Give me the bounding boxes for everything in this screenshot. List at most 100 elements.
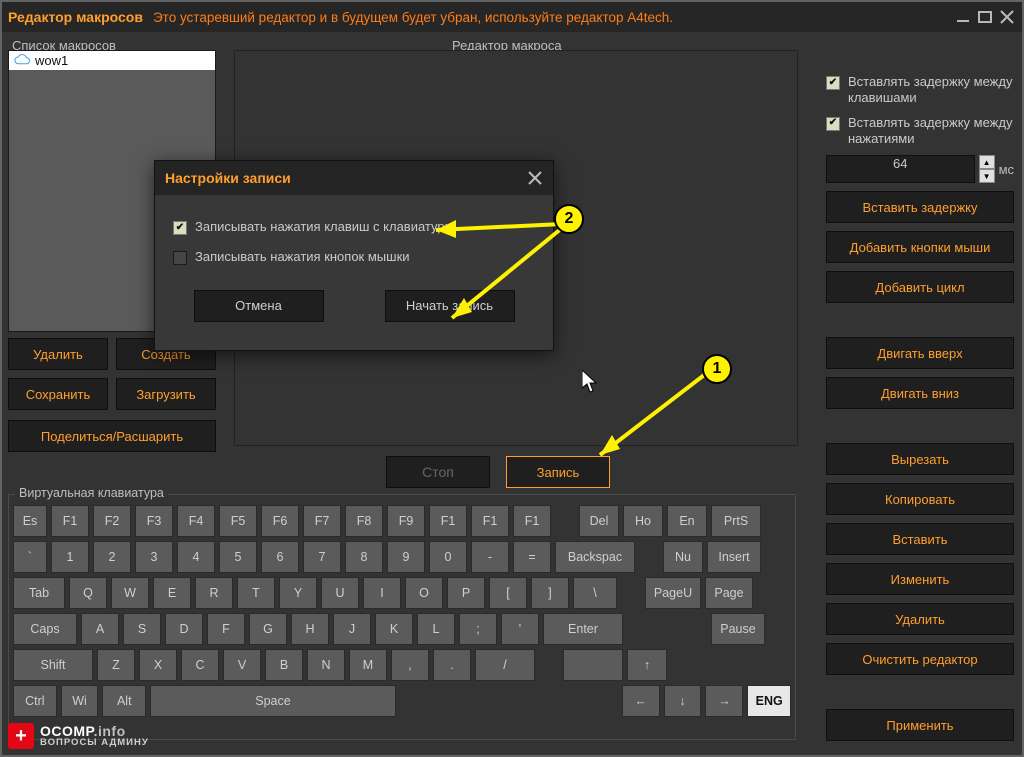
key-Es[interactable]: Es [13,505,47,537]
key-2[interactable]: 2 [93,541,131,573]
checkbox-icon[interactable] [173,221,187,235]
key-[[interactable]: [ [489,577,527,609]
move-up-button[interactable]: Двигать вверх [826,337,1014,369]
key-,[interactable]: , [391,649,429,681]
key-S[interactable]: S [123,613,161,645]
key-B[interactable]: B [265,649,303,681]
key-X[interactable]: X [139,649,177,681]
key-Y[interactable]: Y [279,577,317,609]
key-F2[interactable]: F2 [93,505,131,537]
checkbox-icon[interactable] [826,76,840,90]
edit-button[interactable]: Изменить [826,563,1014,595]
key-Tab[interactable]: Tab [13,577,65,609]
maximize-button[interactable] [976,8,994,26]
key-F5[interactable]: F5 [219,505,257,537]
key-Pause[interactable]: Pause [711,613,765,645]
key-E[interactable]: E [153,577,191,609]
key-Nu[interactable]: Nu [663,541,703,573]
chk-delay-between-keys[interactable]: Вставлять задержку между клавишами [826,74,1014,107]
checkbox-icon[interactable] [826,117,840,131]
copy-button[interactable]: Копировать [826,483,1014,515]
move-down-button[interactable]: Двигать вниз [826,377,1014,409]
key-\[interactable]: \ [573,577,617,609]
key-7[interactable]: 7 [303,541,341,573]
key-F1[interactable]: F1 [471,505,509,537]
checkbox-icon[interactable] [173,251,187,265]
key-↑[interactable]: ↑ [627,649,667,681]
key-F3[interactable]: F3 [135,505,173,537]
key-G[interactable]: G [249,613,287,645]
key--[interactable]: - [471,541,509,573]
insert-delay-button[interactable]: Вставить задержку [826,191,1014,223]
key-5[interactable]: 5 [219,541,257,573]
key-3[interactable]: 3 [135,541,173,573]
key-Alt[interactable]: Alt [102,685,146,717]
key-8[interactable]: 8 [345,541,383,573]
key-=[interactable]: = [513,541,551,573]
key-T[interactable]: T [237,577,275,609]
add-mouse-buttons-button[interactable]: Добавить кнопки мыши [826,231,1014,263]
key-P[interactable]: P [447,577,485,609]
dialog-close-button[interactable] [527,170,543,186]
key-`[interactable]: ` [13,541,47,573]
opt-record-mouse[interactable]: Записывать нажатия кнопок мышки [173,249,535,265]
key-9[interactable]: 9 [387,541,425,573]
key-W[interactable]: W [111,577,149,609]
key-PrtS[interactable]: PrtS [711,505,761,537]
key-O[interactable]: O [405,577,443,609]
minimize-button[interactable] [954,8,972,26]
key-M[interactable]: M [349,649,387,681]
key-Insert[interactable]: Insert [707,541,761,573]
key-Q[interactable]: Q [69,577,107,609]
macro-list-item[interactable]: wow1 [9,51,215,70]
key-R[interactable]: R [195,577,233,609]
key-Space[interactable]: Space [150,685,396,717]
key-6[interactable]: 6 [261,541,299,573]
key-][interactable]: ] [531,577,569,609]
record-button[interactable]: Запись [506,456,610,488]
step-up[interactable]: ▲ [979,155,995,169]
key-F8[interactable]: F8 [345,505,383,537]
key-↓[interactable]: ↓ [664,685,702,717]
key-Shift[interactable]: Shift [13,649,93,681]
key-F7[interactable]: F7 [303,505,341,537]
key-;[interactable]: ; [459,613,497,645]
close-button[interactable] [998,8,1016,26]
key-0[interactable]: 0 [429,541,467,573]
key-F1[interactable]: F1 [51,505,89,537]
opt-record-keyboard[interactable]: Записывать нажатия клавиш с клавиатуры [173,219,535,235]
delay-input[interactable]: 64 [826,155,975,183]
paste-button[interactable]: Вставить [826,523,1014,555]
key-D[interactable]: D [165,613,203,645]
share-macro-button[interactable]: Поделиться/Расшарить [8,420,216,452]
key-blank[interactable] [563,649,623,681]
dialog-start-record-button[interactable]: Начать запись [385,290,515,322]
key-N[interactable]: N [307,649,345,681]
delete-step-button[interactable]: Удалить [826,603,1014,635]
delay-stepper[interactable]: ▲▼ [979,155,995,183]
key-Enter[interactable]: Enter [543,613,623,645]
key-F6[interactable]: F6 [261,505,299,537]
key-En[interactable]: En [667,505,707,537]
key-J[interactable]: J [333,613,371,645]
key-Caps[interactable]: Caps [13,613,77,645]
chk-delay-between-presses[interactable]: Вставлять задержку между нажатиями [826,115,1014,148]
key-Backspac[interactable]: Backspac [555,541,635,573]
key-→[interactable]: → [705,685,743,717]
clear-editor-button[interactable]: Очистить редактор [826,643,1014,675]
delete-macro-button[interactable]: Удалить [8,338,108,370]
key-F9[interactable]: F9 [387,505,425,537]
key-←[interactable]: ← [622,685,660,717]
step-down[interactable]: ▼ [979,169,995,183]
key-U[interactable]: U [321,577,359,609]
key-'[interactable]: ' [501,613,539,645]
key-I[interactable]: I [363,577,401,609]
key-H[interactable]: H [291,613,329,645]
key-F1[interactable]: F1 [513,505,551,537]
dialog-cancel-button[interactable]: Отмена [194,290,324,322]
key-/[interactable]: / [475,649,535,681]
save-macro-button[interactable]: Сохранить [8,378,108,410]
cut-button[interactable]: Вырезать [826,443,1014,475]
key-C[interactable]: C [181,649,219,681]
key-Ho[interactable]: Ho [623,505,663,537]
